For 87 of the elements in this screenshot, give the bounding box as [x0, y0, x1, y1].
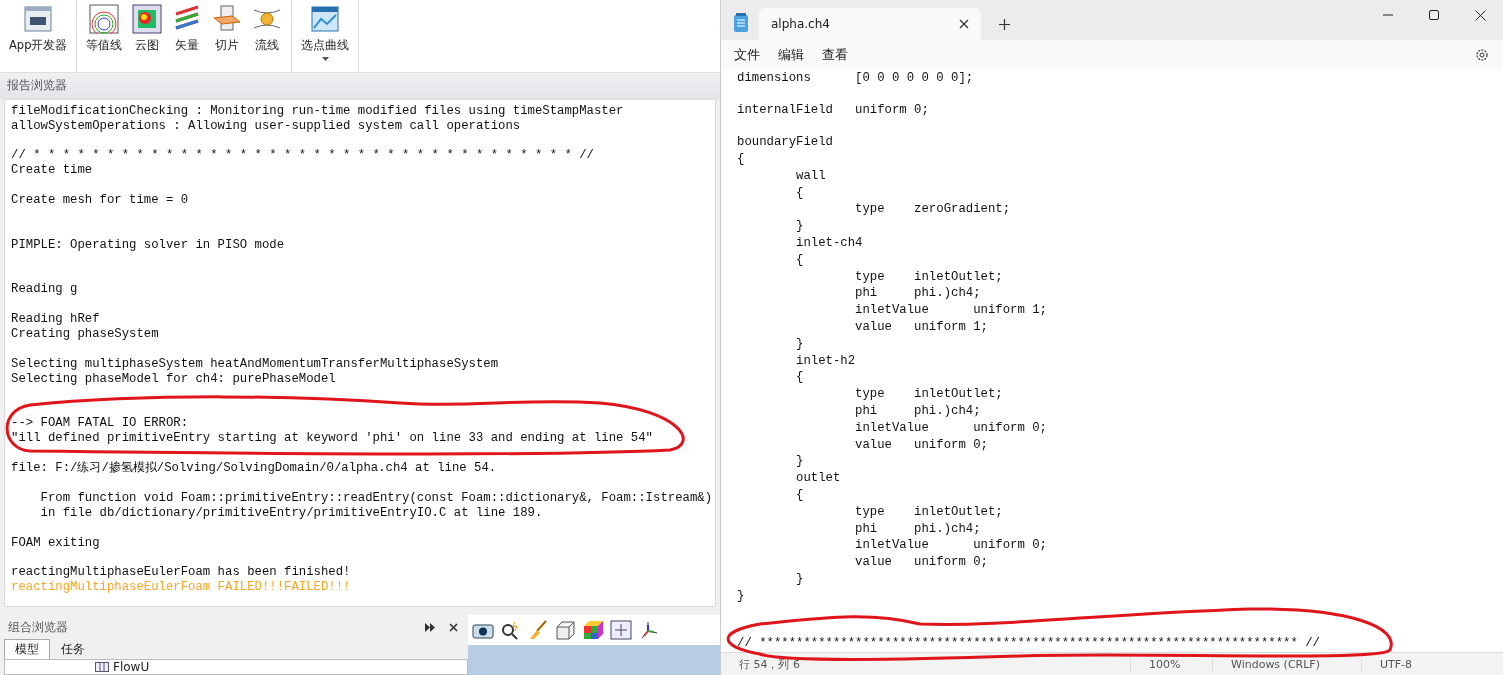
log-line: --> FOAM FATAL IO ERROR: [11, 416, 190, 432]
log-line: Create mesh for time = 0 [11, 193, 190, 208]
code-line: phi phi.)ch4; [854, 520, 982, 538]
maximize-icon[interactable] [1429, 10, 1439, 20]
ribbon-button[interactable]: 流线 [249, 2, 286, 70]
tab[interactable]: 任务 [50, 639, 96, 659]
log-line: Selecting multiphaseSystem heatAndMomentumTransferMultiphaseSystem [11, 356, 500, 372]
log-line: From function void Foam::primitiveEntry::readEntry(const Foam::dictionary&, Foam::Istream&) [39, 490, 709, 506]
code-line: { [795, 184, 805, 202]
slice-icon [212, 4, 243, 34]
code-line: value uniform 1; [854, 319, 989, 336]
code-line: internalField uniform 0; [737, 102, 930, 119]
error-line: reactingMultiphaseEulerFoam FAILED!!!FAILED!!! [11, 580, 352, 596]
log-line: Reading g [11, 282, 79, 298]
color-map-icon [132, 4, 163, 34]
line-ending: Windows (CRLF) [1213, 657, 1362, 671]
code-line: wall [795, 167, 827, 185]
code-line: value uniform 0; [854, 554, 989, 571]
ribbon-button[interactable]: App开发器 [6, 2, 71, 70]
tab[interactable]: 模型 [4, 639, 50, 659]
code-line: phi phi.)ch4; [854, 285, 982, 303]
code-line: // ************************************************************************* // [737, 635, 1321, 652]
log-line: PIMPLE: Operating solver in PISO mode [11, 237, 286, 253]
code-line: phi phi.)ch4; [854, 403, 982, 420]
code-line: type inletOutlet; [854, 268, 1004, 286]
code-line: } [795, 218, 805, 236]
log-line: "ill defined primitiveEntry starting at keyword 'phi' on line 33 and ending at line 54" [11, 431, 654, 447]
log-line: Create time [11, 163, 94, 179]
ribbon-button[interactable]: 矢量 [169, 2, 206, 70]
log-line: allowSystemOperations : Allowing user-supplied system call operations [11, 118, 522, 134]
cursor-position: 行 54，列 6 [721, 656, 1131, 672]
code-line: outlet [795, 470, 842, 487]
notepad-icon [733, 13, 749, 33]
code-line: type inletOutlet; [854, 503, 1004, 521]
colored-cube-icon[interactable] [582, 620, 604, 640]
ribbon-button[interactable]: 切片 [209, 2, 246, 70]
ribbon-button[interactable]: 等值线 [83, 2, 126, 70]
log-line: in file db/dictionary/primitiveEntry/primitiveEntryIO.C at line 189. [39, 505, 544, 521]
tree-item[interactable]: FlowU [113, 660, 150, 674]
log-line: Selecting phaseModel for ch4: purePhaseModel [11, 371, 337, 387]
zoom-level: 100% [1131, 657, 1213, 671]
cube-icon[interactable] [554, 620, 576, 640]
code-line: } [737, 587, 746, 605]
code-line: dimensions [0 0 0 0 0 0 0]; [737, 70, 975, 87]
code-line: type inletOutlet; [854, 386, 1004, 403]
close-icon[interactable] [957, 17, 971, 31]
code-line: inletValue uniform 0; [854, 537, 1048, 555]
code-line: { [795, 369, 805, 387]
menu-item[interactable]: 查看 [813, 42, 857, 68]
close-icon[interactable] [447, 620, 460, 634]
ribbon-button[interactable]: 选点曲线 [298, 2, 353, 70]
menu-item[interactable]: 文件 [725, 42, 769, 68]
document-tab[interactable]: alpha.ch4 [759, 8, 981, 40]
ribbon-button[interactable]: 云图 [129, 2, 166, 70]
log-line: reactingMultiphaseEulerFoam has been finished! [11, 565, 352, 581]
code-line: inlet-ch4 [795, 235, 864, 252]
close-icon[interactable] [1474, 9, 1486, 21]
contour-icon [89, 4, 120, 34]
tab-title: alpha.ch4 [771, 17, 830, 31]
log-line: Creating phaseSystem [11, 327, 160, 342]
code-line: } [795, 570, 805, 588]
code-line: { [795, 251, 805, 269]
panel-title: 组合浏览器 [8, 619, 68, 635]
code-line: boundaryField [737, 134, 834, 152]
code-line: { [737, 151, 746, 168]
code-line: } [795, 335, 805, 353]
plus-icon[interactable] [997, 17, 1012, 32]
chart-window-icon [310, 4, 341, 34]
fast-forward-icon[interactable] [423, 620, 437, 634]
code-line: type zeroGradient; [854, 201, 1012, 219]
encoding: UTF-8 [1379, 657, 1413, 671]
code-line: { [795, 487, 805, 504]
camera-icon[interactable] [472, 621, 494, 639]
code-line: inletValue uniform 0; [854, 419, 1048, 437]
code-line: value uniform 0; [854, 436, 989, 454]
code-line: inletValue uniform 1; [854, 302, 1048, 319]
menu-item[interactable]: 编辑 [769, 42, 813, 68]
broom-icon[interactable] [528, 620, 548, 640]
log-line: // * * * * * * * * * * * * * * * * * * * * * * * * * * * * * * * * * * * * * // [11, 148, 595, 164]
app-icon [23, 4, 54, 34]
code-line: } [795, 453, 805, 471]
log-line: fileModificationChecking : Monitoring run-time modified files using timeStampMaster [11, 103, 625, 119]
log-line: FOAM exiting [11, 535, 101, 551]
code-line: inlet-h2 [795, 352, 857, 370]
log-line: Reading hRef [11, 312, 101, 328]
table-icon [95, 662, 109, 672]
log-line: file: F:/练习/掺氢模拟/Solving/SolvingDomain/0/alpha.ch4 at line 54. [11, 461, 498, 476]
